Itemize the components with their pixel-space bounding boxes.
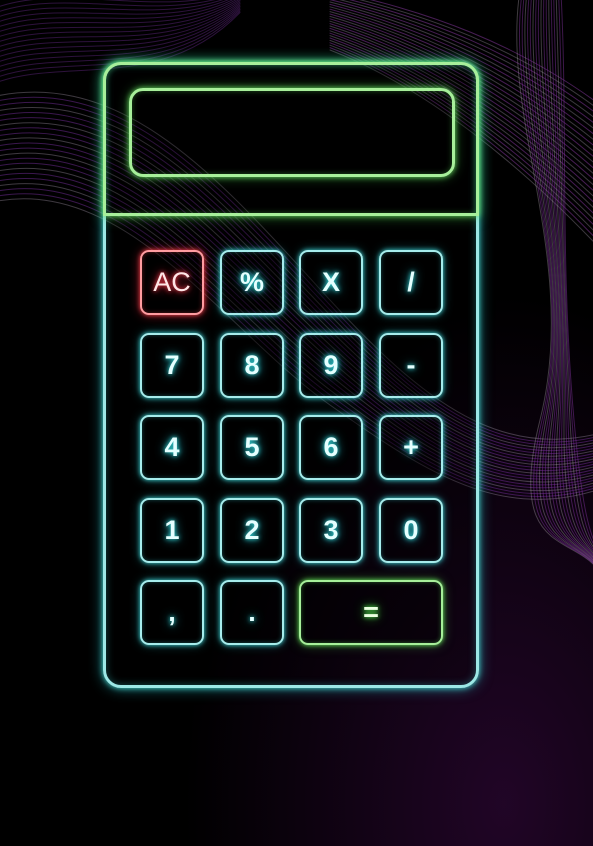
plus-button[interactable]: + bbox=[379, 415, 443, 480]
percent-button[interactable]: % bbox=[220, 250, 284, 315]
divide-button[interactable]: / bbox=[379, 250, 443, 315]
digit-0-button[interactable]: 0 bbox=[379, 498, 443, 563]
digit-1-button[interactable]: 1 bbox=[140, 498, 204, 563]
multiply-button[interactable]: X bbox=[299, 250, 363, 315]
calculator-page: AC % X / 7 8 9 - 4 5 6 + 1 2 3 0 , . = bbox=[0, 0, 593, 846]
comma-button[interactable]: , bbox=[140, 580, 204, 645]
digit-3-button[interactable]: 3 bbox=[299, 498, 363, 563]
digit-5-button[interactable]: 5 bbox=[220, 415, 284, 480]
minus-button[interactable]: - bbox=[379, 333, 443, 398]
calculator-header bbox=[103, 62, 479, 216]
digit-4-button[interactable]: 4 bbox=[140, 415, 204, 480]
equals-button[interactable]: = bbox=[299, 580, 443, 645]
calculator-display bbox=[129, 88, 455, 177]
calculator-body: AC % X / 7 8 9 - 4 5 6 + 1 2 3 0 , . = bbox=[103, 62, 479, 688]
digit-7-button[interactable]: 7 bbox=[140, 333, 204, 398]
clear-button[interactable]: AC bbox=[140, 250, 204, 315]
digit-8-button[interactable]: 8 bbox=[220, 333, 284, 398]
decimal-point-button[interactable]: . bbox=[220, 580, 284, 645]
digit-9-button[interactable]: 9 bbox=[299, 333, 363, 398]
digit-2-button[interactable]: 2 bbox=[220, 498, 284, 563]
digit-6-button[interactable]: 6 bbox=[299, 415, 363, 480]
